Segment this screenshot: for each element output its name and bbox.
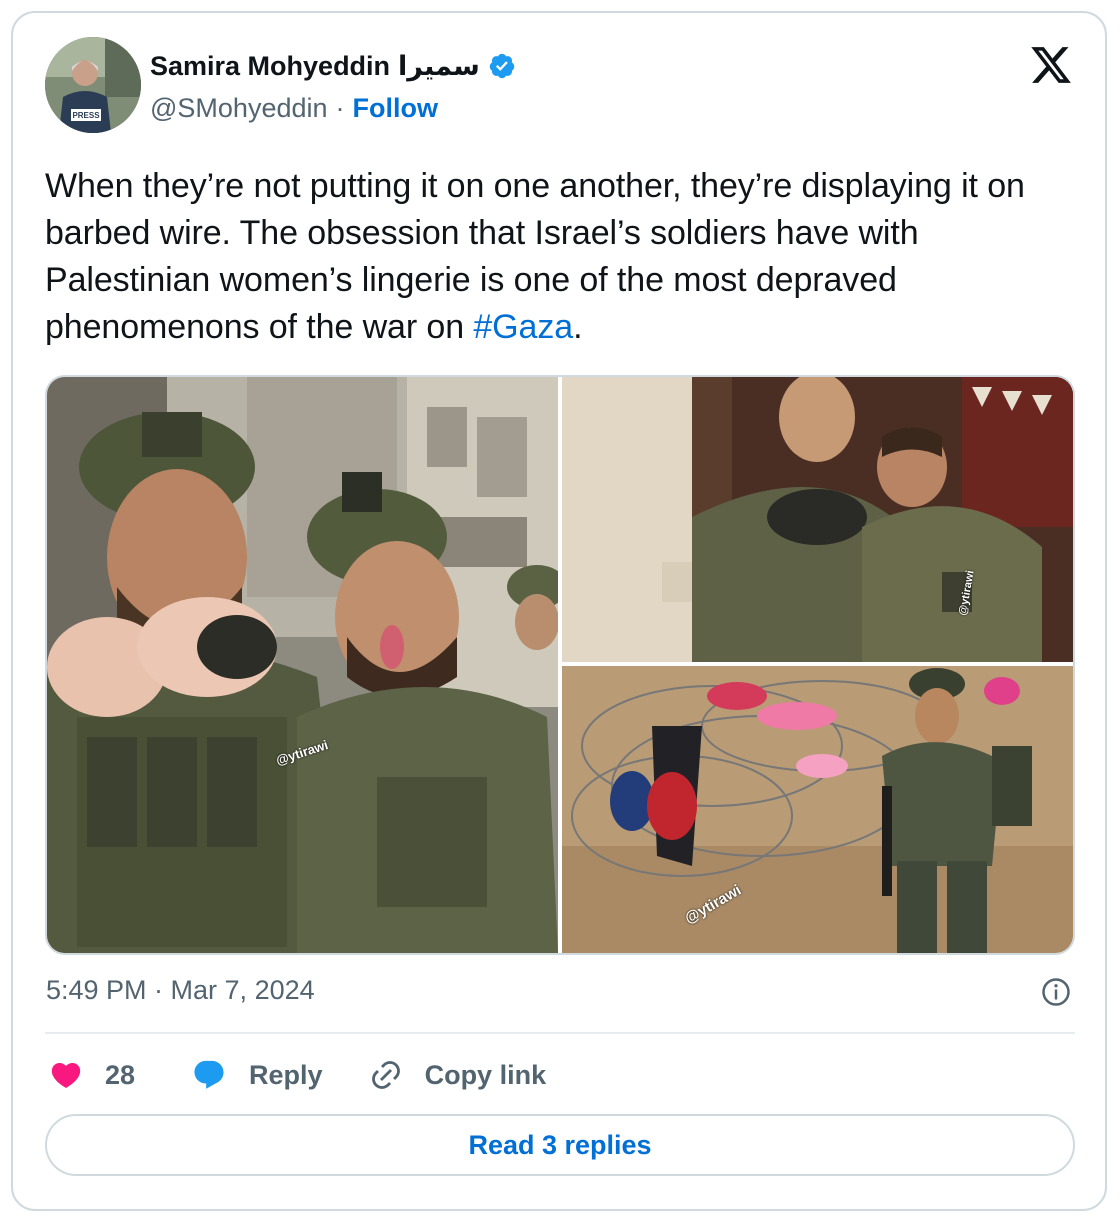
- media-image-soldiers-room[interactable]: @ytirawi: [562, 377, 1073, 662]
- heart-icon: [51, 1062, 81, 1088]
- like-count: 28: [105, 1059, 136, 1090]
- tweet-timestamp[interactable]: 5:49 PM · Mar 7, 2024: [46, 975, 315, 1006]
- reply-button[interactable]: Reply: [191, 1058, 323, 1092]
- hashtag-link[interactable]: #Gaza: [473, 308, 573, 346]
- info-icon[interactable]: [1041, 977, 1071, 1007]
- tweet-text-end: .: [573, 308, 583, 346]
- speech-bubble-icon: [194, 1060, 224, 1089]
- tweet-actions: 28 Reply Copy link: [49, 1053, 546, 1097]
- copy-link-label: Copy link: [424, 1059, 547, 1090]
- handle-separator: ·: [335, 92, 345, 123]
- link-icon: [371, 1061, 400, 1089]
- avatar-press-text: PRESS: [72, 111, 100, 120]
- author-display-name-arabic[interactable]: سميرا: [398, 49, 480, 83]
- verified-badge-icon: [489, 53, 515, 79]
- follow-button[interactable]: Follow: [353, 93, 438, 124]
- author-display-name[interactable]: Samira Mohyeddin: [150, 49, 390, 83]
- author-handle[interactable]: @SMohyeddin: [150, 93, 328, 124]
- author-handle-row: @SMohyeddin · Follow: [150, 91, 438, 125]
- read-replies-button[interactable]: Read 3 replies: [45, 1114, 1075, 1176]
- tweet-media[interactable]: @ytirawi @ytirawi @ytirawi: [45, 375, 1075, 955]
- avatar[interactable]: PRESS: [45, 37, 141, 133]
- author-name-row: Samira Mohyeddin سميرا: [150, 49, 516, 83]
- media-image-soldiers-street[interactable]: @ytirawi: [47, 377, 558, 953]
- media-image-barbed-wire[interactable]: @ytirawi: [562, 666, 1073, 953]
- copy-link-button[interactable]: Copy link: [369, 1058, 547, 1092]
- x-logo-icon[interactable]: [1029, 43, 1073, 87]
- divider: [45, 1032, 1075, 1034]
- like-button[interactable]: 28: [49, 1058, 135, 1092]
- reply-label: Reply: [249, 1059, 323, 1090]
- tweet-card: PRESS Samira Mohyeddin سميرا @SMohyeddin…: [11, 11, 1107, 1211]
- tweet-text: When they’re not putting it on one anoth…: [45, 163, 1065, 351]
